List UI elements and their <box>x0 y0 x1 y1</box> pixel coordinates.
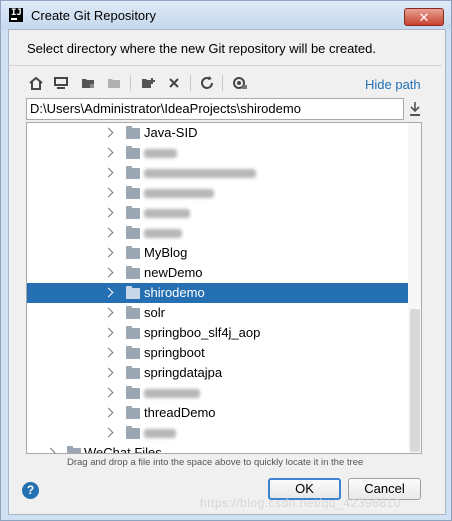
tree-row[interactable]: newDemo <box>27 263 409 283</box>
chevron-right-icon[interactable] <box>103 367 114 378</box>
tree-item-label: springboot <box>144 345 205 360</box>
tree-row[interactable]: springboo_slf4j_aop <box>27 323 409 343</box>
new-folder-icon[interactable] <box>138 73 158 93</box>
blurred-label <box>144 229 182 238</box>
title-bar[interactable]: IJ Create Git Repository ✕ <box>1 1 451 29</box>
tree-item-label: shirodemo <box>144 285 205 300</box>
folder-icon <box>126 346 140 359</box>
refresh-icon[interactable] <box>197 73 217 93</box>
tree-item-label: threadDemo <box>144 405 216 420</box>
path-input[interactable]: D:\Users\Administrator\IdeaProjects\shir… <box>26 98 404 120</box>
tree-item-label: springboo_slf4j_aop <box>144 325 261 340</box>
project-folder-icon[interactable] <box>78 73 98 93</box>
tree-row[interactable]: springboot <box>27 343 409 363</box>
chevron-right-icon[interactable] <box>103 247 114 258</box>
chevron-right-icon[interactable] <box>103 207 114 218</box>
hide-path-link[interactable]: Hide path <box>365 77 421 92</box>
tree-item-label: springdatajpa <box>144 365 223 380</box>
chevron-right-icon[interactable] <box>103 147 114 158</box>
delete-icon[interactable] <box>164 73 184 93</box>
blurred-label <box>144 169 256 178</box>
folder-icon <box>126 306 140 319</box>
tree-row-selected[interactable]: shirodemo <box>27 283 409 303</box>
blurred-label <box>144 209 190 218</box>
directory-tree[interactable]: Java-SID MyBlog newDemo shirodemo solr s… <box>26 122 422 454</box>
tree-item-label: newDemo <box>144 265 203 280</box>
folder-icon <box>126 426 140 439</box>
drag-drop-hint: Drag and drop a file into the space abov… <box>67 457 364 468</box>
folder-icon <box>126 206 140 219</box>
blurred-label <box>144 429 176 438</box>
folder-icon <box>126 166 140 179</box>
chevron-right-icon[interactable] <box>103 407 114 418</box>
chevron-right-icon[interactable] <box>103 287 114 298</box>
chevron-right-icon[interactable] <box>103 387 114 398</box>
tree-row[interactable]: WeChat Files <box>27 443 409 454</box>
chevron-right-icon[interactable] <box>103 327 114 338</box>
header-separator <box>8 65 442 66</box>
toolbar-separator <box>130 75 131 91</box>
folder-icon <box>126 406 140 419</box>
download-icon[interactable] <box>408 100 422 118</box>
tree-item-label: solr <box>144 305 165 320</box>
tree-row[interactable] <box>27 163 409 183</box>
chevron-right-icon[interactable] <box>103 307 114 318</box>
chevron-right-icon[interactable] <box>45 447 56 453</box>
tree-row[interactable]: springdatajpa <box>27 363 409 383</box>
folder-icon <box>126 126 140 139</box>
module-folder-icon[interactable] <box>104 73 124 93</box>
chevron-right-icon[interactable] <box>103 127 114 138</box>
chevron-right-icon[interactable] <box>103 427 114 438</box>
folder-icon <box>126 146 140 159</box>
show-hidden-icon[interactable] <box>230 73 250 93</box>
folder-icon <box>126 266 140 279</box>
folder-icon <box>67 446 81 453</box>
chevron-right-icon[interactable] <box>103 227 114 238</box>
tree-row[interactable] <box>27 423 409 443</box>
intellij-app-icon: IJ <box>9 8 23 22</box>
toolbar-separator <box>222 75 223 91</box>
tree-row[interactable] <box>27 203 409 223</box>
folder-icon <box>126 246 140 259</box>
folder-icon <box>126 286 140 299</box>
tree-item-label: WeChat Files <box>84 445 162 454</box>
tree-item-label: MyBlog <box>144 245 188 260</box>
tree-row[interactable] <box>27 383 409 403</box>
blurred-label <box>144 149 177 158</box>
tree-row[interactable] <box>27 183 409 203</box>
tree-row[interactable]: solr <box>27 303 409 323</box>
blurred-label <box>144 189 214 198</box>
close-button[interactable]: ✕ <box>404 8 444 26</box>
tree-row[interactable] <box>27 223 409 243</box>
folder-icon <box>126 366 140 379</box>
chevron-right-icon[interactable] <box>103 187 114 198</box>
folder-icon <box>126 326 140 339</box>
folder-icon <box>126 226 140 239</box>
tree-scrollbar-thumb[interactable] <box>410 309 420 452</box>
toolbar-separator <box>190 75 191 91</box>
tree-row[interactable]: MyBlog <box>27 243 409 263</box>
tree-row[interactable] <box>27 143 409 163</box>
tree-item-label: Java-SID <box>144 125 198 140</box>
tree-row[interactable]: Java-SID <box>27 123 409 143</box>
home-icon[interactable] <box>26 73 46 93</box>
folder-icon <box>126 386 140 399</box>
chevron-right-icon[interactable] <box>103 347 114 358</box>
help-button[interactable]: ? <box>22 482 39 499</box>
tree-row[interactable]: threadDemo <box>27 403 409 423</box>
watermark-text: https://blog.csdn.net/qq_42396810 <box>200 496 401 510</box>
blurred-label <box>144 389 200 398</box>
chevron-right-icon[interactable] <box>103 267 114 278</box>
chevron-right-icon[interactable] <box>103 167 114 178</box>
instruction-text: Select directory where the new Git repos… <box>27 41 376 56</box>
desktop-icon[interactable] <box>51 73 71 93</box>
folder-icon <box>126 186 140 199</box>
dialog-title: Create Git Repository <box>31 8 156 23</box>
